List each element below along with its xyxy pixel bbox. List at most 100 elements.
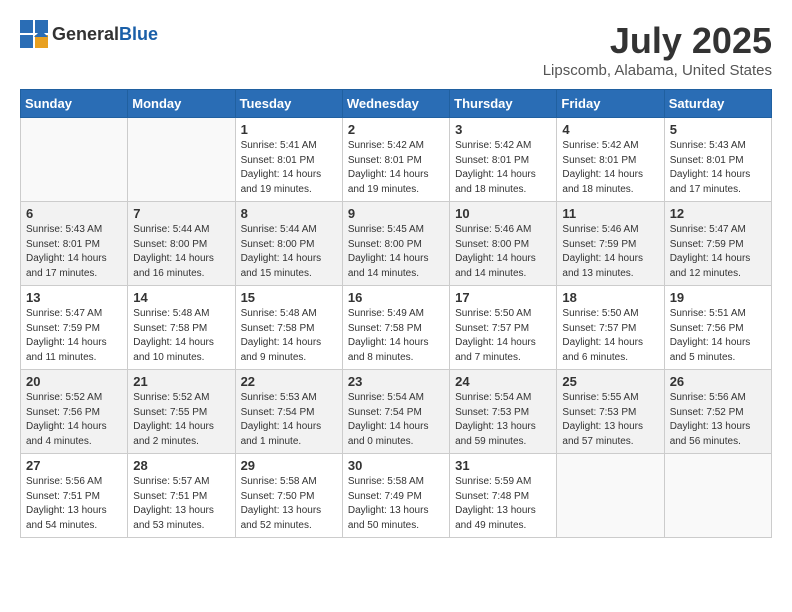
calendar-day-cell: 30 Sunrise: 5:58 AMSunset: 7:49 PMDayligh… — [342, 454, 449, 538]
calendar-day-cell: 17 Sunrise: 5:50 AMSunset: 7:57 PMDayligh… — [450, 286, 557, 370]
day-number: 12 — [670, 206, 766, 221]
weekday-header: Sunday — [21, 90, 128, 118]
calendar-day-cell: 5 Sunrise: 5:43 AMSunset: 8:01 PMDaylight… — [664, 118, 771, 202]
day-info: Sunrise: 5:43 AMSunset: 8:01 PMDaylight:… — [670, 139, 766, 197]
day-info: Sunrise: 5:44 AMSunset: 8:00 PMDaylight:… — [133, 223, 229, 281]
day-number: 30 — [348, 458, 444, 473]
day-number: 22 — [241, 374, 337, 389]
weekday-header-row: SundayMondayTuesdayWednesdayThursdayFrid… — [21, 90, 772, 118]
calendar-day-cell: 12 Sunrise: 5:47 AMSunset: 7:59 PMDayligh… — [664, 202, 771, 286]
day-number: 28 — [133, 458, 229, 473]
weekday-header: Monday — [128, 90, 235, 118]
day-info: Sunrise: 5:48 AMSunset: 7:58 PMDaylight:… — [133, 307, 229, 365]
day-number: 27 — [26, 458, 122, 473]
logo-general: General — [52, 24, 119, 44]
day-info: Sunrise: 5:42 AMSunset: 8:01 PMDaylight:… — [562, 139, 658, 197]
day-number: 9 — [348, 206, 444, 221]
day-info: Sunrise: 5:58 AMSunset: 7:49 PMDaylight:… — [348, 475, 444, 533]
day-number: 13 — [26, 290, 122, 305]
logo: GeneralBlue — [20, 20, 158, 48]
day-info: Sunrise: 5:42 AMSunset: 8:01 PMDaylight:… — [455, 139, 551, 197]
day-number: 11 — [562, 206, 658, 221]
calendar-day-cell: 19 Sunrise: 5:51 AMSunset: 7:56 PMDayligh… — [664, 286, 771, 370]
day-number: 1 — [241, 122, 337, 137]
weekday-header: Saturday — [664, 90, 771, 118]
calendar-day-cell: 21 Sunrise: 5:52 AMSunset: 7:55 PMDayligh… — [128, 370, 235, 454]
weekday-header: Friday — [557, 90, 664, 118]
title-area: July 2025 Lipscomb, Alabama, United Stat… — [543, 20, 772, 79]
day-number: 4 — [562, 122, 658, 137]
calendar-day-cell: 20Sunrise: 5:52 AMSunset: 7:56 PMDayligh… — [21, 370, 128, 454]
day-info: Sunrise: 5:49 AMSunset: 7:58 PMDaylight:… — [348, 307, 444, 365]
calendar-day-cell — [664, 454, 771, 538]
day-info: Sunrise: 5:54 AMSunset: 7:53 PMDaylight:… — [455, 391, 551, 449]
day-info: Sunrise: 5:46 AMSunset: 8:00 PMDaylight:… — [455, 223, 551, 281]
calendar-day-cell — [557, 454, 664, 538]
day-info: Sunrise: 5:56 AMSunset: 7:52 PMDaylight:… — [670, 391, 766, 449]
calendar-day-cell: 25Sunrise: 5:55 AMSunset: 7:53 PMDayligh… — [557, 370, 664, 454]
calendar-week-row: 13 Sunrise: 5:47 AMSunset: 7:59 PMDayligh… — [21, 286, 772, 370]
day-number: 20 — [26, 374, 122, 389]
day-number: 2 — [348, 122, 444, 137]
day-info: Sunrise: 5:53 AMSunset: 7:54 PMDaylight:… — [241, 391, 337, 449]
day-number: 15 — [241, 290, 337, 305]
day-info: Sunrise: 5:55 AMSunset: 7:53 PMDaylight:… — [562, 391, 658, 449]
logo-text: GeneralBlue — [52, 24, 158, 45]
day-number: 3 — [455, 122, 551, 137]
calendar-week-row: 27 Sunrise: 5:56 AMSunset: 7:51 PMDayligh… — [21, 454, 772, 538]
calendar-day-cell: 16Sunrise: 5:49 AMSunset: 7:58 PMDayligh… — [342, 286, 449, 370]
calendar-day-cell: 7 Sunrise: 5:44 AMSunset: 8:00 PMDaylight… — [128, 202, 235, 286]
day-number: 8 — [241, 206, 337, 221]
day-number: 6 — [26, 206, 122, 221]
day-info: Sunrise: 5:50 AMSunset: 7:57 PMDaylight:… — [455, 307, 551, 365]
day-number: 17 — [455, 290, 551, 305]
calendar-day-cell: 8 Sunrise: 5:44 AMSunset: 8:00 PMDaylight… — [235, 202, 342, 286]
calendar-day-cell: 6 Sunrise: 5:43 AMSunset: 8:01 PMDaylight… — [21, 202, 128, 286]
calendar-day-cell: 22 Sunrise: 5:53 AMSunset: 7:54 PMDayligh… — [235, 370, 342, 454]
calendar-day-cell: 3 Sunrise: 5:42 AMSunset: 8:01 PMDaylight… — [450, 118, 557, 202]
day-number: 19 — [670, 290, 766, 305]
day-info: Sunrise: 5:44 AMSunset: 8:00 PMDaylight:… — [241, 223, 337, 281]
calendar-week-row: 6 Sunrise: 5:43 AMSunset: 8:01 PMDaylight… — [21, 202, 772, 286]
day-info: Sunrise: 5:58 AMSunset: 7:50 PMDaylight:… — [241, 475, 337, 533]
day-info: Sunrise: 5:54 AMSunset: 7:54 PMDaylight:… — [348, 391, 444, 449]
day-info: Sunrise: 5:52 AMSunset: 7:55 PMDaylight:… — [133, 391, 229, 449]
calendar-day-cell: 2Sunrise: 5:42 AMSunset: 8:01 PMDaylight… — [342, 118, 449, 202]
calendar-day-cell: 31Sunrise: 5:59 AMSunset: 7:48 PMDayligh… — [450, 454, 557, 538]
day-info: Sunrise: 5:56 AMSunset: 7:51 PMDaylight:… — [26, 475, 122, 533]
calendar-day-cell: 26 Sunrise: 5:56 AMSunset: 7:52 PMDayligh… — [664, 370, 771, 454]
day-number: 10 — [455, 206, 551, 221]
day-info: Sunrise: 5:43 AMSunset: 8:01 PMDaylight:… — [26, 223, 122, 281]
weekday-header: Thursday — [450, 90, 557, 118]
calendar-day-cell: 15Sunrise: 5:48 AMSunset: 7:58 PMDayligh… — [235, 286, 342, 370]
day-number: 18 — [562, 290, 658, 305]
calendar-day-cell: 13 Sunrise: 5:47 AMSunset: 7:59 PMDayligh… — [21, 286, 128, 370]
calendar-day-cell: 28 Sunrise: 5:57 AMSunset: 7:51 PMDayligh… — [128, 454, 235, 538]
calendar-day-cell: 4 Sunrise: 5:42 AMSunset: 8:01 PMDaylight… — [557, 118, 664, 202]
day-number: 5 — [670, 122, 766, 137]
day-number: 24 — [455, 374, 551, 389]
calendar-day-cell — [21, 118, 128, 202]
location: Lipscomb, Alabama, United States — [543, 62, 772, 79]
day-number: 7 — [133, 206, 229, 221]
calendar-day-cell: 1Sunrise: 5:41 AMSunset: 8:01 PMDaylight… — [235, 118, 342, 202]
day-number: 21 — [133, 374, 229, 389]
day-number: 23 — [348, 374, 444, 389]
page-header: GeneralBlue July 2025 Lipscomb, Alabama,… — [20, 20, 772, 79]
day-info: Sunrise: 5:51 AMSunset: 7:56 PMDaylight:… — [670, 307, 766, 365]
logo-blue: Blue — [119, 24, 158, 44]
calendar-day-cell — [128, 118, 235, 202]
calendar-day-cell: 24 Sunrise: 5:54 AMSunset: 7:53 PMDayligh… — [450, 370, 557, 454]
day-number: 14 — [133, 290, 229, 305]
calendar-week-row: 20Sunrise: 5:52 AMSunset: 7:56 PMDayligh… — [21, 370, 772, 454]
day-info: Sunrise: 5:59 AMSunset: 7:48 PMDaylight:… — [455, 475, 551, 533]
day-info: Sunrise: 5:50 AMSunset: 7:57 PMDaylight:… — [562, 307, 658, 365]
day-info: Sunrise: 5:46 AMSunset: 7:59 PMDaylight:… — [562, 223, 658, 281]
day-info: Sunrise: 5:57 AMSunset: 7:51 PMDaylight:… — [133, 475, 229, 533]
calendar-day-cell: 9 Sunrise: 5:45 AMSunset: 8:00 PMDaylight… — [342, 202, 449, 286]
calendar-day-cell: 11 Sunrise: 5:46 AMSunset: 7:59 PMDayligh… — [557, 202, 664, 286]
day-info: Sunrise: 5:47 AMSunset: 7:59 PMDaylight:… — [26, 307, 122, 365]
day-number: 26 — [670, 374, 766, 389]
day-info: Sunrise: 5:45 AMSunset: 8:00 PMDaylight:… — [348, 223, 444, 281]
day-info: Sunrise: 5:47 AMSunset: 7:59 PMDaylight:… — [670, 223, 766, 281]
